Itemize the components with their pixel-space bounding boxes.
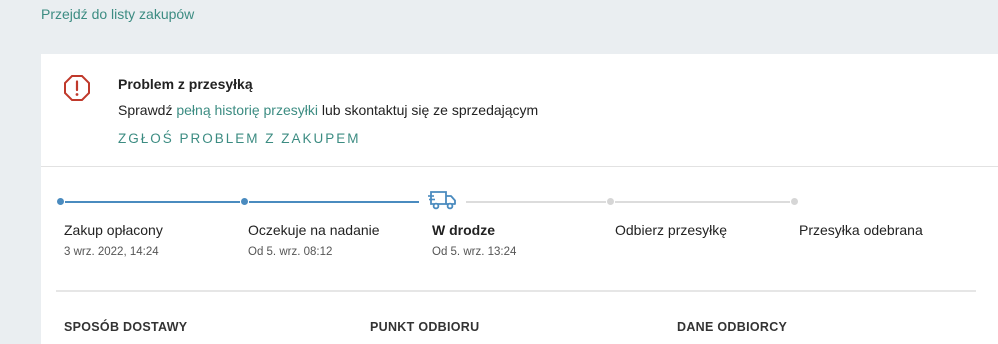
tracker-segment-1 (65, 201, 240, 203)
step-marker-pickup (607, 198, 614, 205)
step-pickup: Odbierz przesyłkę (615, 222, 727, 238)
step-label: W drodze (432, 222, 495, 238)
recipient-details-heading: DANE ODBIORCY (677, 320, 788, 334)
alert-message-suffix: lub skontaktuj się ze sprzedającym (317, 102, 539, 118)
step-marker-paid (57, 198, 64, 205)
step-label: Oczekuje na nadanie (248, 222, 380, 238)
step-date: Od 5. wrz. 08:12 (248, 246, 333, 258)
step-marker-awaiting (241, 198, 248, 205)
step-in-transit: W drodze Od 5. wrz. 13:24 (432, 222, 516, 258)
tracker-segment-3 (466, 201, 606, 203)
delivery-method-heading: SPOSÓB DOSTAWY (64, 320, 188, 334)
shipment-tracker: Zakup opłacony 3 wrz. 2022, 14:24 Oczeku… (41, 167, 998, 267)
tracker-segment-2 (249, 201, 419, 203)
step-label: Przesyłka odebrana (799, 222, 923, 238)
tracker-segment-4 (615, 201, 790, 203)
alert-octagon-icon (64, 75, 90, 101)
step-paid: Zakup opłacony 3 wrz. 2022, 14:24 (64, 222, 163, 258)
report-problem-link[interactable]: ZGŁOŚ PROBLEM Z ZAKUPEM (118, 131, 361, 146)
back-to-purchases-link[interactable]: Przejdź do listy zakupów (41, 6, 194, 22)
step-label: Zakup opłacony (64, 222, 163, 238)
alert-message: Sprawdź pełną historię przesyłki lub sko… (118, 102, 538, 118)
step-awaiting-dispatch: Oczekuje na nadanie Od 5. wrz. 08:12 (248, 222, 380, 258)
alert-title: Problem z przesyłką (118, 76, 253, 92)
purchase-card: Problem z przesyłką Sprawdź pełną histor… (41, 54, 998, 344)
alert-message-prefix: Sprawdź (118, 102, 177, 118)
truck-icon (428, 191, 456, 210)
step-date: Od 5. wrz. 13:24 (432, 246, 517, 258)
details-divider (56, 290, 976, 292)
shipment-history-link[interactable]: pełną historię przesyłki (176, 102, 318, 118)
step-received: Przesyłka odebrana (799, 222, 923, 238)
step-label: Odbierz przesyłkę (615, 222, 728, 238)
step-marker-received (791, 198, 798, 205)
pickup-point-heading: PUNKT ODBIORU (370, 320, 480, 334)
step-date: 3 wrz. 2022, 14:24 (64, 246, 159, 258)
